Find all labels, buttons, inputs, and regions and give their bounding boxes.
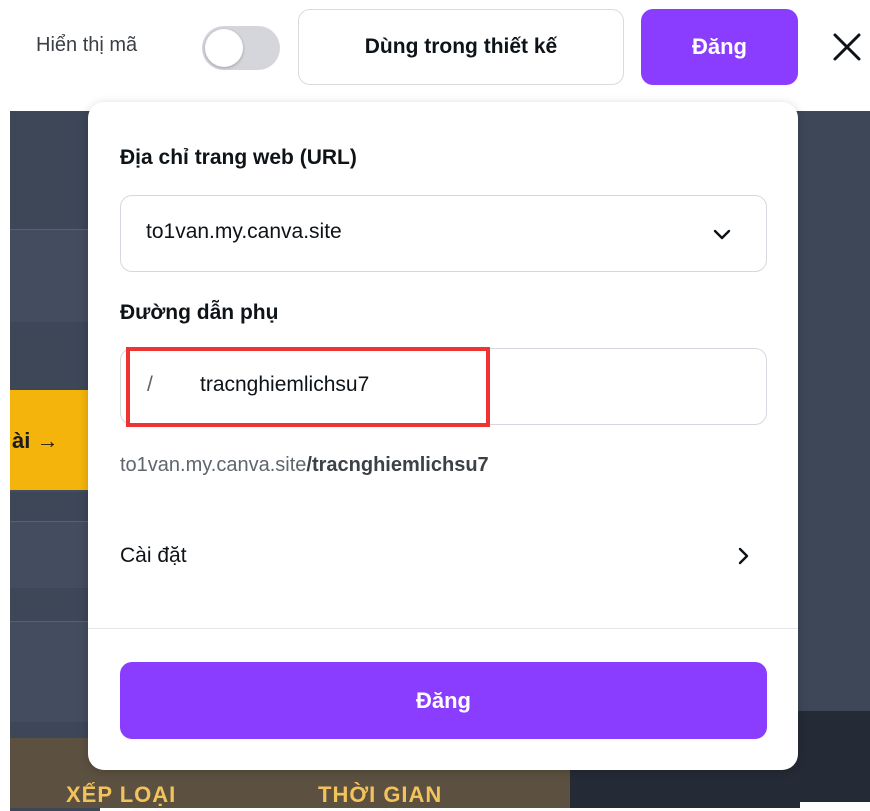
settings-label: Cài đặt — [120, 544, 187, 567]
toggle-knob — [205, 29, 243, 67]
top-bar: Hiển thị mã Dùng trong thiết kế Đăng — [0, 0, 870, 100]
url-preview-base: to1van.my.canva.site — [120, 454, 307, 476]
subpath-label: Đường dẫn phụ — [120, 301, 279, 324]
background-cta-text: ài → — [12, 428, 59, 453]
url-preview: to1van.my.canva.site/tracnghiemlichsu7 — [120, 454, 489, 477]
background-column-ranking: XẾP LOẠI — [66, 782, 177, 807]
divider — [88, 628, 798, 629]
url-select-value: to1van.my.canva.site — [146, 220, 342, 243]
show-code-label: Hiển thị mã — [36, 34, 138, 56]
background-column-time: THỜI GIAN — [318, 782, 443, 807]
publish-button-top[interactable]: Đăng — [641, 9, 798, 85]
url-preview-path: /tracnghiemlichsu7 — [306, 454, 489, 476]
background-band — [10, 621, 100, 722]
background-right-footer — [795, 711, 870, 802]
background-right-panel — [795, 111, 870, 711]
settings-row[interactable]: Cài đặt — [120, 526, 767, 588]
highlight-annotation — [126, 347, 490, 427]
close-icon[interactable] — [827, 27, 867, 67]
background-band — [10, 229, 100, 322]
use-in-design-button[interactable]: Dùng trong thiết kế — [298, 9, 624, 85]
publish-popover: Địa chỉ trang web (URL) to1van.my.canva.… — [88, 102, 798, 770]
background-band — [10, 521, 100, 588]
url-select[interactable]: to1van.my.canva.site — [120, 195, 767, 272]
chevron-down-icon — [713, 229, 731, 240]
url-label: Địa chỉ trang web (URL) — [120, 146, 357, 169]
show-code-toggle[interactable] — [202, 26, 280, 70]
publish-button[interactable]: Đăng — [120, 662, 767, 739]
chevron-right-icon — [738, 547, 749, 565]
